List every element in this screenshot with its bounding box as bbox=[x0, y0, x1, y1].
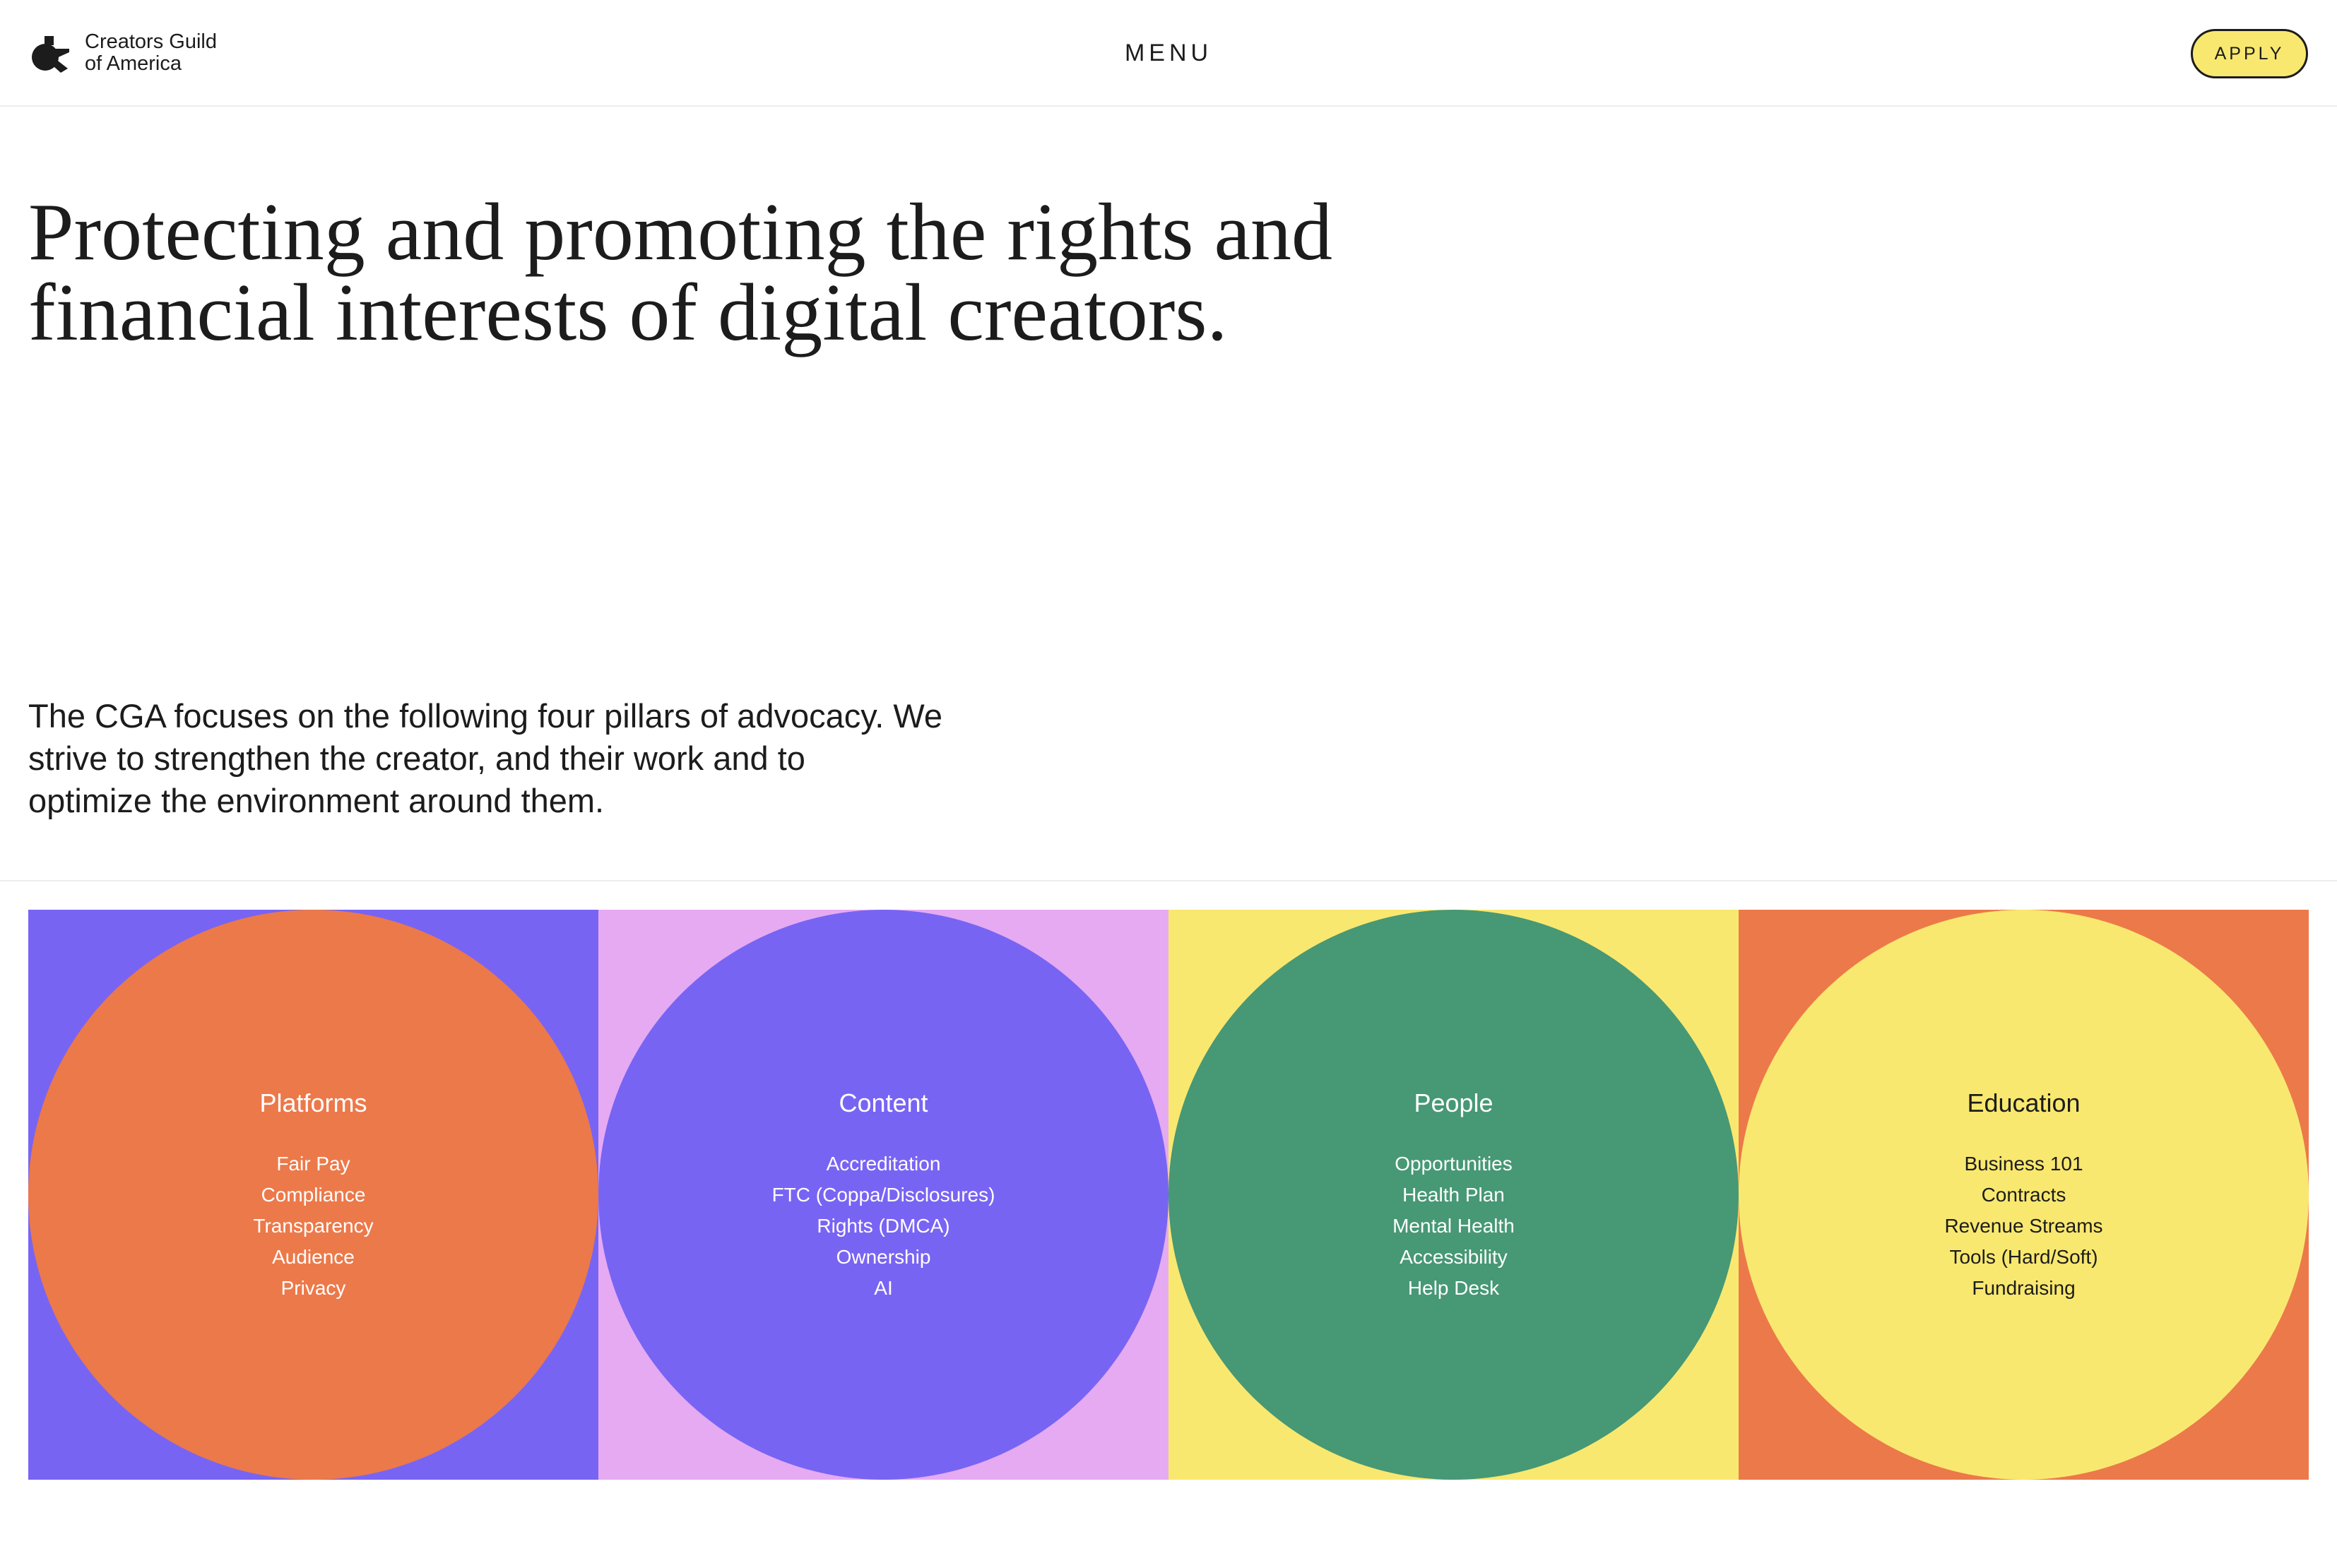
pillar-content: People Opportunities Health Plan Mental … bbox=[1168, 1088, 1739, 1304]
apply-button[interactable]: APPLY bbox=[2191, 29, 2308, 78]
intro-paragraph: The CGA focuses on the following four pi… bbox=[28, 695, 1031, 822]
pillar-list-item: Opportunities bbox=[1395, 1153, 1513, 1175]
pillar-list-item: Business 101 bbox=[1964, 1153, 2083, 1175]
pillar-list-item: Fundraising bbox=[1972, 1277, 2076, 1299]
pillar-list-item: Revenue Streams bbox=[1944, 1215, 2103, 1237]
pillar-list-item: Rights (DMCA) bbox=[817, 1215, 950, 1237]
pillar-list-item: Audience bbox=[272, 1246, 355, 1268]
pillar-list-item: FTC (Coppa/Disclosures) bbox=[771, 1184, 995, 1206]
pillar-platforms[interactable]: Platforms Fair Pay Compliance Transparen… bbox=[28, 910, 598, 1480]
pillar-list-item: Compliance bbox=[261, 1184, 366, 1206]
pillar-list-item: Ownership bbox=[836, 1246, 931, 1268]
pillar-education[interactable]: Education Business 101 Contracts Revenue… bbox=[1739, 910, 2309, 1480]
intro-line2: strive to strengthen the creator, and th… bbox=[28, 740, 805, 777]
pillar-list-item: Help Desk bbox=[1407, 1277, 1500, 1299]
pillar-list-item: Privacy bbox=[280, 1277, 346, 1299]
site-header: Creators Guild of America MENU APPLY bbox=[0, 0, 2337, 107]
pillar-list-item: AI bbox=[874, 1277, 893, 1299]
pillars-grid: Platforms Fair Pay Compliance Transparen… bbox=[28, 910, 2309, 1480]
hero-title: Protecting and promoting the rights and … bbox=[28, 187, 1512, 358]
pillar-list-item: Transparency bbox=[253, 1215, 374, 1237]
pillar-people[interactable]: People Opportunities Health Plan Mental … bbox=[1168, 910, 1739, 1480]
intro-line1: The CGA focuses on the following four pi… bbox=[28, 697, 943, 735]
pillar-list-item: Tools (Hard/Soft) bbox=[1949, 1246, 2098, 1268]
pillar-list: Fair Pay Compliance Transparency Audienc… bbox=[28, 1148, 598, 1304]
intro-line3: optimize the environment around them. bbox=[28, 782, 605, 819]
hero-title-line1: Protecting and promoting the rights and bbox=[28, 187, 1333, 278]
pillar-content: Content Accreditation FTC (Coppa/Disclos… bbox=[598, 1088, 1168, 1304]
section-divider bbox=[0, 880, 2337, 881]
hero-title-line2: financial interests of digital creators. bbox=[28, 268, 1228, 358]
brand-home-link[interactable]: Creators Guild of America bbox=[30, 31, 217, 75]
pillar-list-item: Mental Health bbox=[1392, 1215, 1515, 1237]
pillar-title: Platforms bbox=[259, 1088, 367, 1117]
pillar-title: People bbox=[1414, 1088, 1493, 1117]
brand-name-line2: of America bbox=[85, 52, 182, 75]
cga-logo-icon bbox=[32, 36, 69, 73]
brand-name-line1: Creators Guild bbox=[85, 30, 217, 53]
pillar-list: Accreditation FTC (Coppa/Disclosures) Ri… bbox=[598, 1148, 1168, 1304]
brand-name: Creators Guild of America bbox=[85, 31, 217, 75]
pillar-list-item: Contracts bbox=[1981, 1184, 2066, 1206]
pillar-list-item: Accreditation bbox=[826, 1153, 941, 1175]
pillar-content: Education Business 101 Contracts Revenue… bbox=[1739, 1088, 2309, 1304]
pillar-list: Business 101 Contracts Revenue Streams T… bbox=[1739, 1148, 2309, 1304]
pillar-title: Education bbox=[1967, 1088, 2081, 1117]
pillar-list-item: Health Plan bbox=[1402, 1184, 1505, 1206]
pillar-list-item: Accessibility bbox=[1400, 1246, 1508, 1268]
menu-button[interactable]: MENU bbox=[1098, 35, 1239, 71]
pillar-content-card[interactable]: Content Accreditation FTC (Coppa/Disclos… bbox=[598, 910, 1168, 1480]
pillar-list-item: Fair Pay bbox=[276, 1153, 350, 1175]
pillar-title: Content bbox=[839, 1088, 928, 1117]
pillar-list: Opportunities Health Plan Mental Health … bbox=[1168, 1148, 1739, 1304]
pillar-content: Platforms Fair Pay Compliance Transparen… bbox=[28, 1088, 598, 1304]
